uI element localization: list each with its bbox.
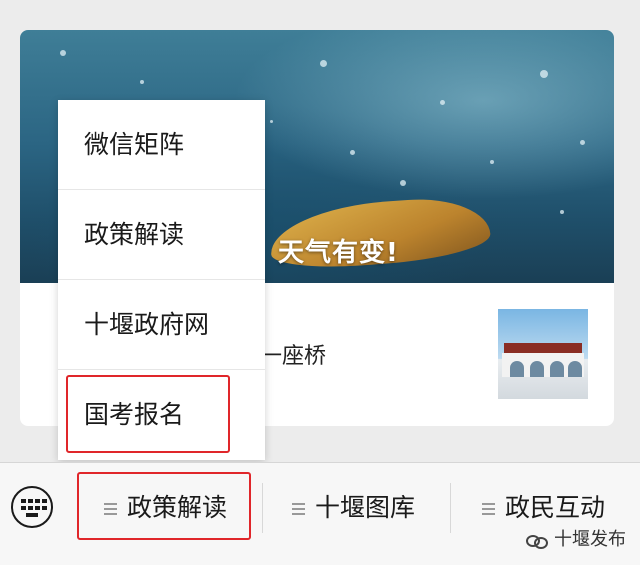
source-watermark: 十堰发布 bbox=[526, 525, 626, 551]
submenu-item-label: 政策解读 bbox=[84, 220, 185, 249]
highlight-box-exam-registration bbox=[66, 375, 230, 453]
menu-list-icon bbox=[482, 503, 495, 515]
menu-list-icon bbox=[292, 503, 305, 515]
submenu-item-label: 十堰政府网 bbox=[84, 310, 210, 339]
menu-divider bbox=[262, 483, 263, 533]
menu-tab-shiyan-gallery[interactable]: 十堰图库 bbox=[292, 488, 415, 528]
menu-divider bbox=[450, 483, 451, 533]
submenu-item-government-website[interactable]: 十堰政府网 bbox=[58, 280, 265, 370]
submenu-item-policy-interpretation[interactable]: 政策解读 bbox=[58, 190, 265, 280]
article-thumbnail bbox=[498, 309, 588, 399]
highlight-box-policy-tab bbox=[77, 472, 251, 540]
submenu-item-wechat-matrix[interactable]: 微信矩阵 bbox=[58, 100, 265, 190]
submenu-item-label: 微信矩阵 bbox=[84, 130, 185, 159]
menu-tab-public-interaction[interactable]: 政民互动 bbox=[482, 488, 605, 528]
keyboard-toggle-icon[interactable] bbox=[11, 486, 53, 528]
wechat-logo-icon bbox=[526, 533, 548, 549]
